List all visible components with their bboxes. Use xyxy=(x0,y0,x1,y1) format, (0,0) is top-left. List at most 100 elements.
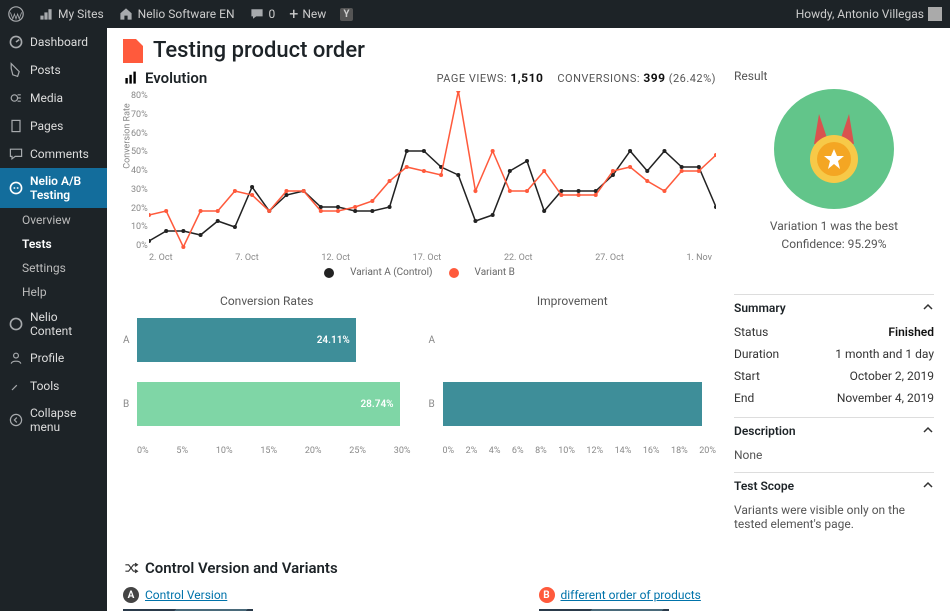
shuffle-icon xyxy=(123,560,139,576)
start-key: Start xyxy=(734,369,760,383)
variant-b-badge: B xyxy=(539,587,555,603)
scope-label: Test Scope xyxy=(734,479,794,493)
result-label: Result xyxy=(734,69,934,83)
conversions-rate: (26.42%) xyxy=(669,72,716,85)
evolution-label: Evolution xyxy=(145,69,207,87)
dashboard-icon xyxy=(8,34,24,50)
winner-text: Variation 1 was the best xyxy=(734,219,934,233)
status-key: Status xyxy=(734,325,768,339)
submenu-help[interactable]: Help xyxy=(14,280,107,304)
evolution-chart[interactable]: 80%70%60%50%40%30%20%10%0% xyxy=(149,91,716,251)
sidebar-item-label: Settings xyxy=(22,261,66,275)
start-value: October 2, 2019 xyxy=(850,369,934,383)
medal-icon xyxy=(774,89,894,209)
bar-cat: B xyxy=(123,399,137,410)
posts-icon xyxy=(8,62,24,78)
submenu-overview[interactable]: Overview xyxy=(14,208,107,232)
admin-bar: My Sites Nelio Software EN 0 +New Y Howd… xyxy=(0,0,950,28)
summary-toggle[interactable]: Summary xyxy=(734,294,934,321)
conversion-rates-chart[interactable]: Conversion Rates A24.11% B28.74% 0%5%10%… xyxy=(123,294,411,456)
sidebar-item-label: Posts xyxy=(30,63,61,77)
sidebar-item-label: Tools xyxy=(30,379,59,393)
pageviews-value: 1,510 xyxy=(510,71,543,85)
admin-sidebar: Dashboard Posts Media Pages Comments Nel… xyxy=(0,28,107,611)
description-label: Description xyxy=(734,424,796,438)
chevron-up-icon xyxy=(922,479,934,491)
user-greeting[interactable]: Howdy, Antonio Villegas xyxy=(796,7,942,21)
new-content[interactable]: +New xyxy=(289,6,326,22)
legend-b-dot xyxy=(449,268,459,278)
variant-b-link[interactable]: different order of products xyxy=(561,588,701,602)
my-sites-label: My Sites xyxy=(58,7,104,21)
sidebar-media[interactable]: Media xyxy=(0,84,107,112)
sidebar-item-label: Help xyxy=(22,285,47,299)
bars-icon xyxy=(123,70,139,86)
description-toggle[interactable]: Description xyxy=(734,417,934,444)
sidebar-item-label: Comments xyxy=(30,147,89,161)
description-text: None xyxy=(734,444,934,472)
variant-a-link[interactable]: Control Version xyxy=(145,588,227,602)
main-content: Testing product order Evolution PAGE VIE… xyxy=(107,28,950,611)
yoast-icon[interactable]: Y xyxy=(340,8,352,21)
sidebar-tools[interactable]: Tools xyxy=(0,372,107,400)
sidebar-item-label: Overview xyxy=(22,213,71,227)
duration-value: 1 month and 1 day xyxy=(835,347,934,361)
document-icon xyxy=(123,39,143,63)
bar-cat: B xyxy=(429,399,443,410)
sidebar-item-label: Pages xyxy=(30,119,63,133)
duration-key: Duration xyxy=(734,347,779,361)
sidebar-item-label: Tests xyxy=(22,237,52,251)
page-title: Testing product order xyxy=(153,38,365,63)
sidebar-dashboard[interactable]: Dashboard xyxy=(0,28,107,56)
sidebar-collapse[interactable]: Collapse menu xyxy=(0,400,107,440)
comments-count[interactable]: 0 xyxy=(249,6,276,22)
status-value: Finished xyxy=(888,325,934,339)
my-sites[interactable]: My Sites xyxy=(38,6,104,22)
tools-icon xyxy=(8,378,24,394)
comments-label: 0 xyxy=(269,7,276,21)
sidebar-posts[interactable]: Posts xyxy=(0,56,107,84)
sidebar-nelio-content[interactable]: Nelio Content xyxy=(0,304,107,344)
sidebar-pages[interactable]: Pages xyxy=(0,112,107,140)
variant-a-badge: A xyxy=(123,587,139,603)
improvement-chart[interactable]: Improvement A B 0%2%4%6%8%10%12%14%16%18… xyxy=(429,294,717,456)
conversions-label: CONVERSIONS: xyxy=(557,72,640,85)
sidebar-comments[interactable]: Comments xyxy=(0,140,107,168)
sidebar-item-label: Dashboard xyxy=(30,35,88,49)
summary-label: Summary xyxy=(734,301,786,315)
sidebar-item-label: Media xyxy=(30,91,63,105)
comments-icon xyxy=(8,146,24,162)
confidence-text: Confidence: 95.29% xyxy=(734,237,934,251)
wp-logo[interactable] xyxy=(8,6,24,22)
end-key: End xyxy=(734,391,754,405)
variants-heading: Control Version and Variants xyxy=(123,559,934,577)
site-name[interactable]: Nelio Software EN xyxy=(118,6,235,22)
variant-a-card: AControl Version Page Views755 Conversio… xyxy=(123,587,519,611)
media-icon xyxy=(8,90,24,106)
pageviews-label: PAGE VIEWS: xyxy=(437,72,508,85)
sidebar-item-label: Nelio Content xyxy=(30,310,99,338)
scope-text: Variants were visible only on the tested… xyxy=(734,499,934,541)
sidebar-profile[interactable]: Profile xyxy=(0,344,107,372)
scope-toggle[interactable]: Test Scope xyxy=(734,472,934,499)
chevron-up-icon xyxy=(922,301,934,313)
submenu-settings[interactable]: Settings xyxy=(14,256,107,280)
site-name-label: Nelio Software EN xyxy=(138,7,235,21)
chevron-up-icon xyxy=(922,424,934,436)
collapse-icon xyxy=(8,412,24,428)
new-label: New xyxy=(302,7,326,21)
end-value: November 4, 2019 xyxy=(837,391,934,405)
chart-title: Improvement xyxy=(429,294,717,308)
nelio-ab-icon xyxy=(8,180,24,196)
nelio-content-icon xyxy=(8,316,24,332)
profile-icon xyxy=(8,350,24,366)
variants-label: Control Version and Variants xyxy=(145,559,338,577)
sidebar-nelio-ab[interactable]: Nelio A/B Testing xyxy=(0,168,107,208)
bar-value: 24.11% xyxy=(317,335,350,346)
bar-cat: A xyxy=(123,335,137,346)
legend-a-label: Variant A (Control) xyxy=(350,267,432,278)
variant-b-card: Bdifferent order of products Page Views7… xyxy=(539,587,935,611)
sidebar-item-label: Nelio A/B Testing xyxy=(30,174,99,202)
legend-b-label: Variant B xyxy=(475,267,515,278)
submenu-tests[interactable]: Tests xyxy=(14,232,107,256)
